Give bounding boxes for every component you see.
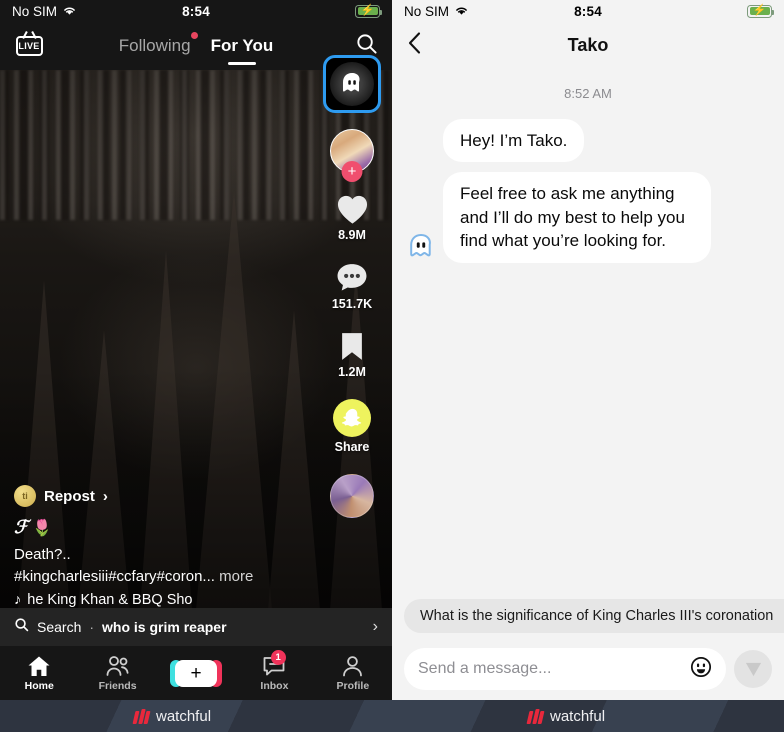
screenshot-root: No SIM 8:54 ⚡ LIVE Following For You + 8… [0,0,784,732]
chat-header: Tako [392,22,784,68]
watchful-logo-icon [132,708,151,724]
send-icon [745,662,761,676]
back-chevron-icon[interactable] [408,31,421,59]
repost-row[interactable]: ti Repost › [14,485,306,508]
share-button[interactable]: Share [333,399,371,454]
tako-ghost-icon [406,233,436,263]
creator-avatar[interactable]: + [330,129,374,182]
battery-charging-icon: ⚡ [355,4,383,18]
send-button[interactable] [734,650,772,688]
tab-for-you[interactable]: For You [210,36,274,65]
suggestion-chip-row: What is the significance of King Charles… [392,599,784,638]
music-note-icon: ♪ [14,592,22,608]
footer-stripes [0,700,784,732]
friends-icon [106,655,129,676]
nav-item-home[interactable]: Home [0,655,78,692]
music-title: he King Khan & BBQ Sho [27,592,193,608]
left-status-bar: No SIM 8:54 ⚡ [0,0,392,22]
tab-following[interactable]: Following [118,32,198,56]
comment-button[interactable]: 151.7K [332,262,372,311]
status-clock: 8:54 [182,3,210,19]
search-icon [14,617,29,637]
watchful-brand-right: watchful [526,700,606,732]
tiktok-feed-panel: No SIM 8:54 ⚡ LIVE Following For You + 8… [0,0,392,700]
status-clock: 8:54 [574,3,602,19]
message-input[interactable]: Send a message... [404,648,726,690]
battery-charging-icon: ⚡ [747,4,775,18]
handle-text: ℱ [14,517,29,538]
action-rail: + 8.9M 151.7K 1.2M Share [320,55,384,518]
tab-for-you-label: For You [210,36,274,55]
heart-icon [337,195,367,224]
profile-icon [343,655,363,676]
tab-active-underline [227,62,256,65]
message-bubble: Feel free to ask me anything and I’ll do… [443,172,711,263]
home-icon [28,656,50,676]
message-composer: Send a message... [392,648,784,690]
message-bubble: Hey! I’m Tako. [443,119,585,163]
nav-label-profile: Profile [336,679,370,692]
bottom-navigation: Home Friends + 1 Inbox Profile [0,646,392,700]
like-count: 8.9M [338,228,366,242]
nav-item-create[interactable]: + [157,659,235,687]
bookmark-button[interactable]: 1.2M [338,331,366,379]
tako-chat-panel: No SIM 8:54 ⚡ Tako 8:52 AM Hey! I’m Tako… [392,0,784,700]
feed-tab-group: Following For You [0,32,392,65]
chat-message: Feel free to ask me anything and I’ll do… [406,172,770,263]
repost-label: Repost [44,487,95,505]
like-button[interactable]: 8.9M [335,193,370,242]
handle-emoji: 🌷 [32,519,53,537]
watchful-brand-text: watchful [156,707,212,725]
caption-hashtags-row[interactable]: #kingcharlesiii#ccfary#coron... more [14,566,306,587]
watchful-footer: watchful watchful [0,700,784,732]
follow-button[interactable]: + [341,161,363,182]
music-disc[interactable] [330,474,374,518]
caption-more-link[interactable]: more [219,568,253,585]
caption-text: Death?.. [14,546,71,564]
video-caption-block: ti Repost › ℱ 🌷 Death?.. #kingcharlesiii… [0,485,320,608]
watchful-brand-text: watchful [550,707,606,725]
watchful-brand-left: watchful [132,700,212,732]
smiley-icon[interactable] [690,656,712,683]
right-status-bar: No SIM 8:54 ⚡ [392,0,784,22]
search-label: Search [37,619,82,635]
message-input-placeholder: Send a message... [418,660,552,677]
page-title: Tako [567,34,609,55]
music-row[interactable]: ♪ he King Khan & BBQ Sho [14,592,306,608]
watchful-logo-icon [526,708,545,724]
chevron-right-icon: › [372,618,378,635]
nav-item-inbox[interactable]: 1 Inbox [235,649,313,692]
chat-timestamp: 8:52 AM [564,86,612,101]
search-query: who is grim reaper [102,619,227,635]
create-plus-icon: + [170,659,223,687]
tab-following-label: Following [118,36,191,55]
live-label: LIVE [18,41,40,51]
following-notification-dot [190,32,198,39]
snapchat-icon [333,399,371,437]
search-separator: · [89,619,95,635]
nav-item-profile[interactable]: Profile [314,655,392,692]
suggestion-chip[interactable]: What is the significance of King Charles… [404,599,784,633]
creator-handle[interactable]: ℱ 🌷 [14,517,306,538]
chat-message: Hey! I’m Tako. [406,119,770,163]
nav-label-home: Home [24,679,54,692]
inbox-badge: 1 [270,649,286,665]
live-button[interactable]: LIVE [14,32,44,60]
repost-chevron-icon: › [102,487,108,505]
chat-message-list: 8:52 AM Hey! I’m Tako. Feel free to ask … [392,68,784,628]
nav-item-friends[interactable]: Friends [78,655,156,692]
comment-icon [337,264,367,291]
repost-avatar: ti [14,485,36,508]
nav-label-inbox: Inbox [260,679,289,692]
bookmark-icon [342,333,362,360]
comment-count: 151.7K [331,297,373,311]
tako-ghost-icon[interactable] [323,55,381,113]
caption-hashtags: #kingcharlesiii#ccfary#coron... [14,567,215,585]
bookmark-count: 1.2M [338,365,366,379]
nav-label-friends: Friends [98,679,137,692]
share-label: Share [334,440,370,454]
search-suggestion-bar[interactable]: Search · who is grim reaper › [0,608,392,646]
